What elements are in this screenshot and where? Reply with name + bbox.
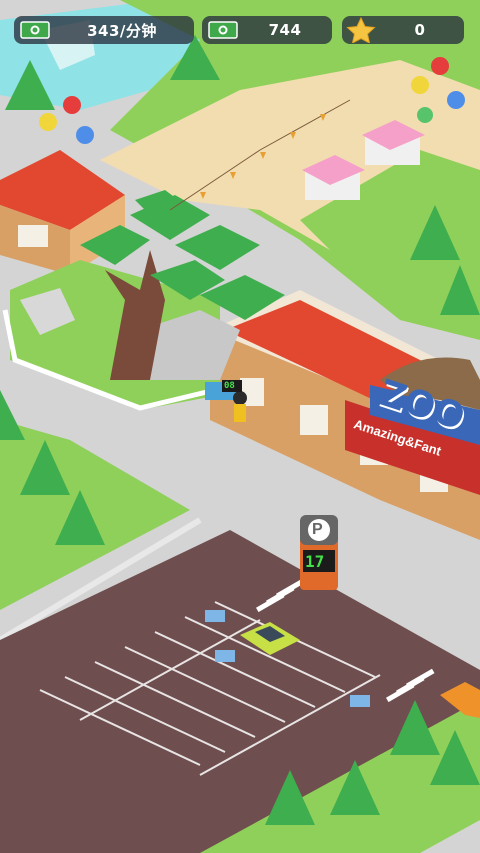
parking-counter: 17: [305, 552, 325, 571]
money-panel[interactable]: 744: [202, 16, 332, 44]
star-icon: [346, 16, 376, 44]
stars-panel[interactable]: 0: [342, 16, 464, 44]
gate-counter: 08: [224, 381, 235, 391]
stars-value: 0: [414, 21, 426, 39]
game-scene[interactable]: [0, 0, 480, 853]
income-rate-panel[interactable]: 343/分钟: [14, 16, 194, 44]
cash-icon: [208, 21, 238, 39]
cash-icon: [20, 21, 50, 39]
income-rate-value: 343/分钟: [87, 21, 157, 40]
parking-sign-letter: P: [312, 521, 323, 538]
money-value: 744: [268, 21, 302, 39]
